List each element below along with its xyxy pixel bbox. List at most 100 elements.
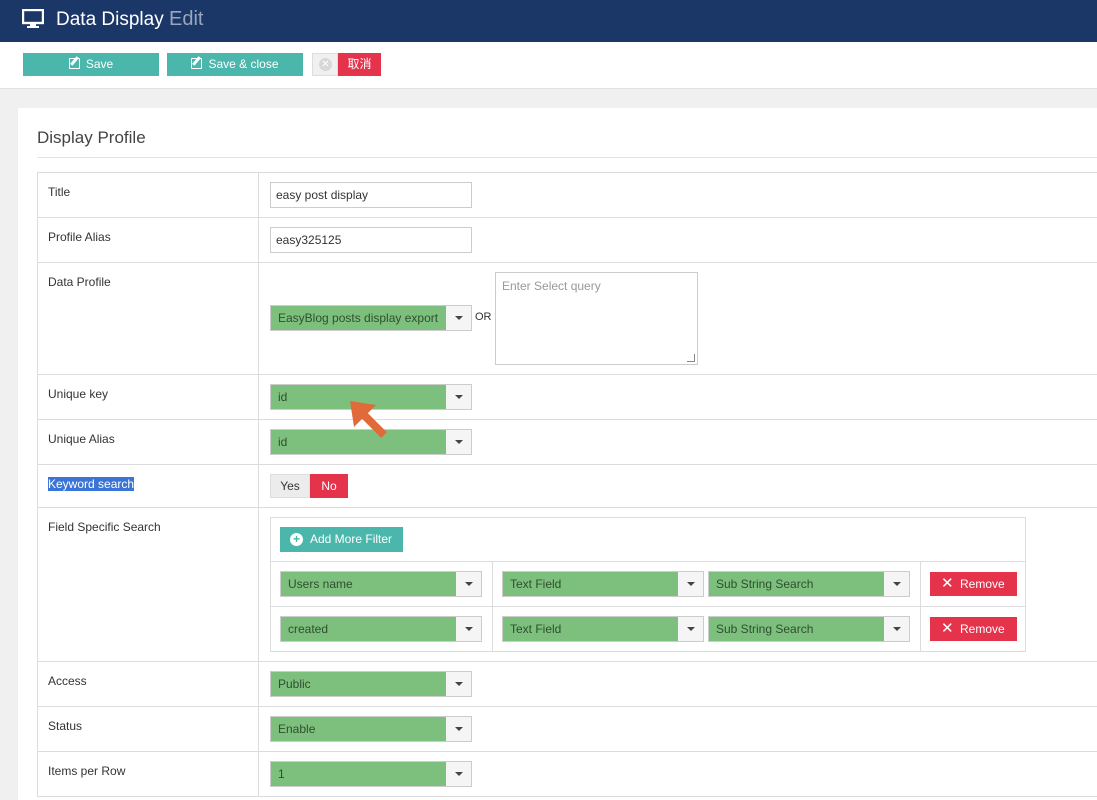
plus-icon: + [290, 533, 303, 546]
select-value: Enable [271, 717, 446, 741]
divider [492, 607, 493, 651]
close-icon: ✕ [941, 620, 954, 637]
filter-field-select[interactable]: created [280, 616, 482, 642]
save-button[interactable]: Save [23, 53, 159, 76]
field-label: Access [48, 674, 87, 688]
chevron-down-icon [445, 672, 471, 696]
filter-type-select[interactable]: Text Field [502, 571, 704, 597]
save-close-button[interactable]: Save & close [167, 53, 303, 76]
filter-mode-select[interactable]: Sub String Search [708, 571, 910, 597]
field-label: Data Profile [48, 275, 111, 289]
chevron-down-icon [445, 430, 471, 454]
chevron-down-icon [445, 306, 471, 330]
keyword-search-yes[interactable]: Yes [270, 474, 310, 498]
page-subtitle: Edit [169, 8, 204, 30]
field-label: Status [48, 719, 83, 733]
form-row-items-per-row: Items per Row 1 [38, 752, 1097, 797]
add-filter-button[interactable]: + Add More Filter [280, 527, 403, 552]
app-header: Data Display Edit [0, 0, 1097, 42]
save-button-label: Save [85, 57, 114, 71]
select-value: Text Field [503, 572, 678, 596]
remove-label: Remove [960, 622, 1005, 636]
remove-filter-button[interactable]: ✕ Remove [930, 572, 1017, 596]
field-label: Title [48, 185, 71, 199]
chevron-down-icon [445, 717, 471, 741]
add-filter-label: Add More Filter [310, 532, 393, 546]
label-cell: Data Profile [38, 263, 259, 374]
divider [920, 607, 921, 651]
form-row-data-profile: Data Profile EasyBlog posts display expo… [38, 263, 1097, 375]
form-row-access: Access Public [38, 662, 1097, 707]
field-label: Items per Row [48, 764, 126, 778]
chevron-down-icon [883, 617, 909, 641]
label-cell: Access [38, 662, 259, 706]
chevron-down-icon [677, 572, 703, 596]
label-cell: Title [38, 173, 259, 217]
or-label: OR [475, 311, 492, 323]
field-label: Profile Alias [48, 230, 111, 244]
select-value: Sub String Search [709, 617, 884, 641]
field-label: Unique Alias [48, 432, 115, 446]
select-value: EasyBlog posts display export [271, 306, 446, 330]
close-icon: ✕ [941, 575, 954, 592]
resize-grip-icon[interactable] [687, 354, 695, 362]
filter-field-select[interactable]: Users name [280, 571, 482, 597]
items-per-row-select[interactable]: 1 [270, 761, 472, 787]
monitor-icon [22, 9, 44, 28]
form-table: Title easy post display Profile Alias ea… [37, 172, 1097, 797]
keyword-search-no[interactable]: No [310, 474, 348, 498]
remove-filter-button[interactable]: ✕ Remove [930, 617, 1017, 641]
select-value: Public [271, 672, 446, 696]
label-cell: Profile Alias [38, 218, 259, 262]
select-value: created [281, 617, 456, 641]
data-profile-select[interactable]: EasyBlog posts display export [270, 305, 472, 331]
field-label: Field Specific Search [48, 520, 161, 534]
profile-alias-input[interactable]: easy325125 [270, 227, 472, 253]
divider [492, 562, 493, 606]
filter-mode-select[interactable]: Sub String Search [708, 616, 910, 642]
form-row-title: Title easy post display [38, 173, 1097, 218]
select-value: 1 [271, 762, 446, 786]
cancel-button[interactable]: ✕ 取消 [312, 53, 381, 76]
edit-icon [191, 58, 203, 69]
chevron-down-icon [883, 572, 909, 596]
form-row-status: Status Enable [38, 707, 1097, 752]
label-cell: Status [38, 707, 259, 751]
cancel-icon-area: ✕ [312, 53, 338, 76]
cancel-button-label: 取消 [338, 53, 381, 76]
remove-label: Remove [960, 577, 1005, 591]
display-profile-panel: Display Profile Title easy post display … [18, 108, 1097, 800]
divider [37, 157, 1097, 158]
field-label: Keyword search [48, 477, 135, 491]
select-value: Sub String Search [709, 572, 884, 596]
divider [920, 562, 921, 606]
filter-row: Users name Text Field Sub String Search [271, 561, 1025, 606]
chevron-down-icon [455, 617, 481, 641]
label-cell: Unique Alias [38, 420, 259, 464]
form-row-unique-key: Unique key id [38, 375, 1097, 420]
chevron-down-icon [445, 762, 471, 786]
page-title: Data Display Edit [56, 7, 203, 32]
close-icon: ✕ [319, 58, 332, 71]
select-value: Text Field [503, 617, 678, 641]
access-select[interactable]: Public [270, 671, 472, 697]
keyword-search-toggle: Yes No [270, 474, 348, 498]
chevron-down-icon [455, 572, 481, 596]
label-cell: Items per Row [38, 752, 259, 796]
field-label: Unique key [48, 387, 109, 401]
toolbar: Save Save & close ✕ 取消 [0, 42, 1097, 89]
filter-box: + Add More Filter Users name Text Field … [270, 517, 1026, 652]
panel-title: Display Profile [37, 128, 146, 147]
select-value: Users name [281, 572, 456, 596]
form-row-unique-alias: Unique Alias id [38, 420, 1097, 465]
status-select[interactable]: Enable [270, 716, 472, 742]
chevron-down-icon [445, 385, 471, 409]
save-close-button-label: Save & close [208, 57, 279, 71]
query-placeholder: Enter Select query [502, 279, 601, 293]
select-query-textarea[interactable]: Enter Select query [495, 272, 698, 365]
filter-type-select[interactable]: Text Field [502, 616, 704, 642]
title-input[interactable]: easy post display [270, 182, 472, 208]
annotation-arrow-icon [350, 401, 387, 438]
label-cell: Field Specific Search [38, 508, 259, 661]
page-title-text: Data Display [56, 9, 164, 30]
